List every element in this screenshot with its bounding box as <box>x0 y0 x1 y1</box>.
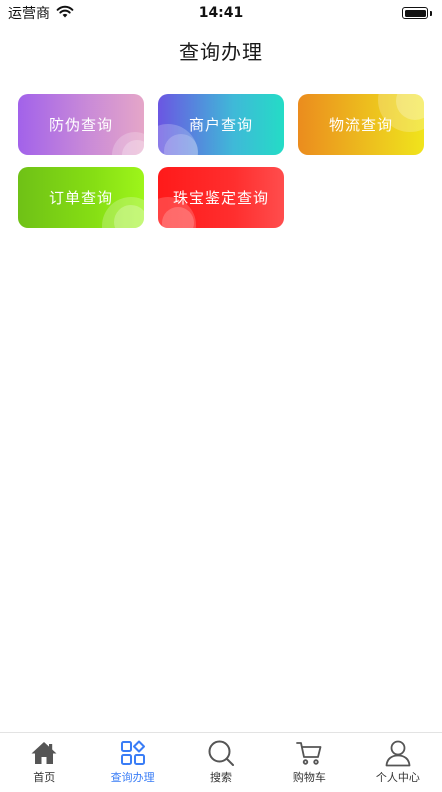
tile-jewelry-appraisal-query[interactable]: 珠宝鉴定查询 <box>158 167 284 228</box>
tile-label: 防伪查询 <box>48 116 113 134</box>
app-screen: 运营商 14:41 查询办理 防伪查询 商户查询 物流查询 订单查询 珠宝鉴定查… <box>0 0 442 792</box>
tile-anti-counterfeit-query[interactable]: 防伪查询 <box>18 94 144 155</box>
user-icon <box>384 739 412 767</box>
page-title: 查询办理 <box>179 40 263 64</box>
tile-label: 订单查询 <box>48 189 113 207</box>
cart-icon <box>295 739 323 767</box>
tab-home[interactable]: 首页 <box>0 733 88 792</box>
battery-fill <box>404 9 426 17</box>
wifi-icon <box>56 5 74 22</box>
search-icon <box>207 739 235 767</box>
tab-label: 购物车 <box>292 771 326 784</box>
tile-logistics-query[interactable]: 物流查询 <box>298 94 424 155</box>
tab-label: 个人中心 <box>375 771 420 784</box>
carrier-label: 运营商 <box>8 6 50 22</box>
grid-diamond-icon <box>119 739 147 767</box>
tab-label: 查询办理 <box>110 771 155 784</box>
tab-label: 首页 <box>33 771 56 784</box>
battery-icon <box>402 7 432 19</box>
status-left: 运营商 <box>8 3 74 23</box>
tab-profile[interactable]: 个人中心 <box>354 733 442 792</box>
tile-order-query[interactable]: 订单查询 <box>18 167 144 228</box>
status-bar: 运营商 14:41 <box>0 0 442 26</box>
tile-label: 商户查询 <box>188 116 253 134</box>
tab-search[interactable]: 搜索 <box>177 733 265 792</box>
tile-merchant-query[interactable]: 商户查询 <box>158 94 284 155</box>
tab-label: 搜索 <box>210 771 233 784</box>
tab-query[interactable]: 查询办理 <box>88 733 176 792</box>
bottom-tab-bar: 首页 查询办理 搜索 购物车 个人中心 <box>0 732 442 792</box>
tile-label: 物流查询 <box>328 116 393 134</box>
home-icon <box>30 739 58 767</box>
tab-cart[interactable]: 购物车 <box>265 733 353 792</box>
tile-label: 珠宝鉴定查询 <box>172 189 269 207</box>
